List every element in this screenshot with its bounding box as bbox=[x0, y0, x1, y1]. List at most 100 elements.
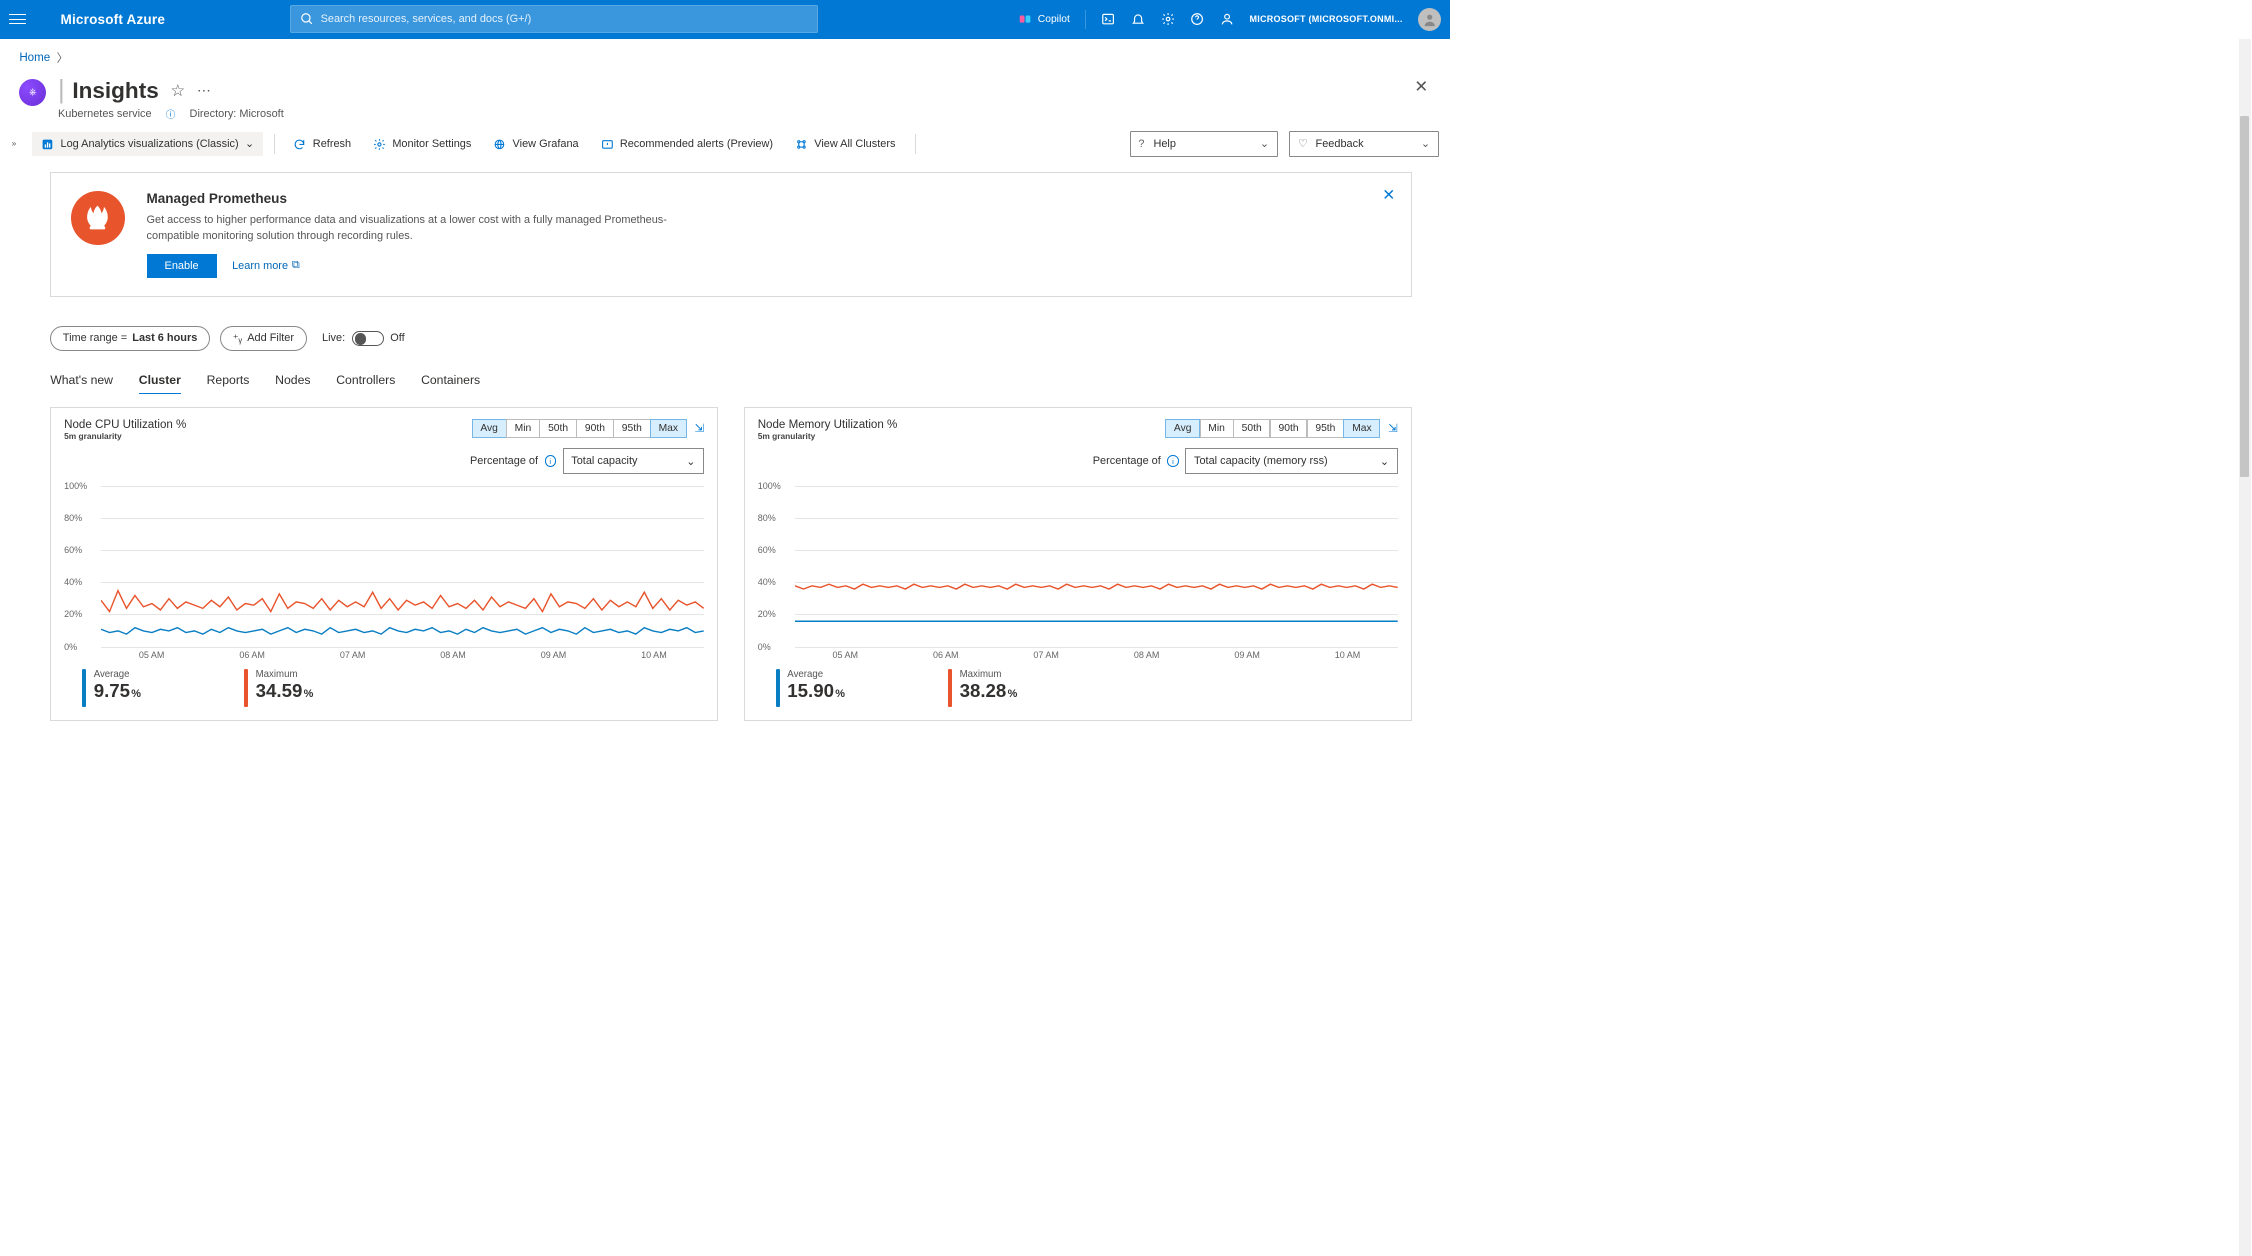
close-blade-icon[interactable]: ✕ bbox=[1414, 76, 1428, 97]
tab-nodes[interactable]: Nodes bbox=[275, 369, 310, 394]
pin-icon[interactable]: ⇲ bbox=[1388, 421, 1398, 435]
chart-stats: Average 15.90% Maximum 38.28% bbox=[776, 669, 1398, 706]
feedback-label: Feedback bbox=[1316, 138, 1364, 150]
vertical-scrollbar[interactable] bbox=[2239, 39, 2251, 1256]
search-icon bbox=[300, 12, 314, 26]
agg-90th[interactable]: 90th bbox=[576, 419, 613, 438]
capacity-select[interactable]: Total capacity ⌄ bbox=[563, 448, 705, 474]
command-bar: » Log Analytics visualizations (Classic)… bbox=[0, 125, 1450, 166]
menu-toggle-icon[interactable] bbox=[9, 11, 26, 28]
agg-min[interactable]: Min bbox=[1200, 419, 1234, 438]
directory-label: Directory: Microsoft bbox=[190, 108, 284, 120]
monitor-settings-button[interactable]: Monitor Settings bbox=[364, 132, 480, 155]
x-tick: 06 AM bbox=[933, 650, 959, 660]
view-all-clusters-button[interactable]: View All Clusters bbox=[786, 132, 905, 155]
insights-tabs: What's new Cluster Reports Nodes Controllers… bbox=[50, 369, 1411, 394]
stat-max-label: Maximum bbox=[256, 669, 314, 680]
feedback-person-icon[interactable] bbox=[1220, 12, 1234, 26]
enable-button[interactable]: Enable bbox=[147, 254, 217, 279]
copilot-label: Copilot bbox=[1038, 14, 1070, 25]
help-icon[interactable] bbox=[1190, 12, 1204, 26]
x-tick: 08 AM bbox=[440, 650, 466, 660]
expand-sidebar-icon[interactable]: » bbox=[12, 138, 25, 151]
copilot-icon bbox=[1018, 12, 1032, 26]
breadcrumb-home[interactable]: Home bbox=[19, 52, 50, 64]
capacity-select[interactable]: Total capacity (memory rss) ⌄ bbox=[1185, 448, 1398, 474]
banner-close-icon[interactable]: ✕ bbox=[1382, 186, 1395, 205]
avatar[interactable] bbox=[1418, 8, 1441, 31]
y-tick: 0% bbox=[758, 642, 771, 652]
breadcrumb: Home 〉 bbox=[0, 39, 1450, 72]
settings-gear-icon[interactable] bbox=[1161, 12, 1175, 26]
y-tick: 80% bbox=[64, 513, 82, 523]
tab-cluster[interactable]: Cluster bbox=[139, 369, 181, 394]
agg-max[interactable]: Max bbox=[1343, 419, 1380, 438]
recommended-alerts-button[interactable]: Recommended alerts (Preview) bbox=[592, 132, 783, 155]
view-grafana-button[interactable]: View Grafana bbox=[484, 132, 587, 155]
tab-containers[interactable]: Containers bbox=[421, 369, 480, 394]
y-tick: 20% bbox=[64, 609, 82, 619]
external-link-icon: ⧉ bbox=[292, 259, 300, 272]
avg-color-bar bbox=[82, 669, 86, 706]
agg-avg[interactable]: Avg bbox=[472, 419, 507, 438]
agg-avg[interactable]: Avg bbox=[1165, 419, 1200, 438]
brand-label[interactable]: Microsoft Azure bbox=[61, 12, 166, 27]
tab-what-s-new[interactable]: What's new bbox=[50, 369, 113, 394]
agg-90th[interactable]: 90th bbox=[1270, 419, 1307, 438]
stat-max-value: 38.28 bbox=[960, 680, 1007, 701]
more-ellipsis-icon[interactable]: ⋯ bbox=[197, 83, 211, 99]
x-tick: 07 AM bbox=[340, 650, 366, 660]
agg-min[interactable]: Min bbox=[506, 419, 540, 438]
time-range-value: Last 6 hours bbox=[132, 332, 197, 344]
recommended-alerts-label: Recommended alerts (Preview) bbox=[620, 138, 773, 150]
visualization-mode-dropdown[interactable]: Log Analytics visualizations (Classic) ⌄ bbox=[32, 132, 263, 155]
time-range-pill[interactable]: Time range = Last 6 hours bbox=[50, 326, 210, 350]
chevron-right-icon: 〉 bbox=[57, 50, 69, 66]
chart-granularity: 5m granularity bbox=[758, 431, 898, 441]
tab-controllers[interactable]: Controllers bbox=[336, 369, 395, 394]
agg-50th[interactable]: 50th bbox=[539, 419, 576, 438]
memory-chart: 100%80%60%40%20%0% bbox=[758, 486, 1398, 647]
agg-95th[interactable]: 95th bbox=[1307, 419, 1344, 438]
cloud-shell-icon[interactable] bbox=[1101, 12, 1115, 26]
chevron-down-icon: ⌄ bbox=[1260, 137, 1269, 150]
tab-reports[interactable]: Reports bbox=[207, 369, 250, 394]
prometheus-icon bbox=[71, 191, 125, 245]
chart-stats: Average 9.75% Maximum 34.59% bbox=[82, 669, 704, 706]
search-input[interactable] bbox=[321, 13, 808, 25]
add-filter-pill[interactable]: ⁺ᵧ Add Filter bbox=[220, 326, 306, 351]
agg-50th[interactable]: 50th bbox=[1233, 419, 1270, 438]
help-label: Help bbox=[1153, 138, 1176, 150]
chevron-down-icon: ⌄ bbox=[686, 455, 695, 468]
help-dropdown[interactable]: ?Help ⌄ bbox=[1130, 131, 1278, 157]
y-tick: 60% bbox=[64, 545, 82, 555]
notifications-icon[interactable] bbox=[1131, 12, 1145, 26]
separator bbox=[1085, 10, 1086, 29]
learn-more-label: Learn more bbox=[232, 260, 288, 272]
max-color-bar bbox=[244, 669, 248, 706]
scrollbar-thumb[interactable] bbox=[2240, 116, 2249, 477]
x-tick: 09 AM bbox=[1234, 650, 1260, 660]
feedback-dropdown[interactable]: ♡Feedback ⌄ bbox=[1289, 131, 1438, 157]
account-label[interactable]: MICROSOFT (MICROSOFT.ONMI... bbox=[1249, 14, 1402, 24]
agg-max[interactable]: Max bbox=[650, 419, 687, 438]
copilot-button[interactable]: Copilot bbox=[1018, 12, 1069, 26]
chart-title: Node CPU Utilization % bbox=[64, 419, 186, 431]
pin-icon[interactable]: ⇲ bbox=[694, 421, 704, 435]
monitor-settings-label: Monitor Settings bbox=[392, 138, 471, 150]
learn-more-link[interactable]: Learn more ⧉ bbox=[232, 259, 300, 272]
favorite-star-icon[interactable]: ☆ bbox=[170, 80, 185, 101]
series-average bbox=[101, 627, 704, 633]
live-toggle[interactable] bbox=[352, 331, 384, 346]
x-tick: 08 AM bbox=[1134, 650, 1160, 660]
series-maximum bbox=[101, 590, 704, 611]
filter-row: Time range = Last 6 hours ⁺ᵧ Add Filter … bbox=[50, 326, 1411, 351]
refresh-button[interactable]: Refresh bbox=[284, 132, 360, 155]
y-tick: 40% bbox=[758, 577, 776, 587]
info-icon[interactable]: i bbox=[1167, 455, 1179, 467]
agg-95th[interactable]: 95th bbox=[613, 419, 650, 438]
info-icon[interactable]: i bbox=[545, 455, 557, 467]
y-tick: 80% bbox=[758, 513, 776, 523]
cpu-chart: 100%80%60%40%20%0% bbox=[64, 486, 704, 647]
global-search[interactable] bbox=[290, 5, 818, 33]
